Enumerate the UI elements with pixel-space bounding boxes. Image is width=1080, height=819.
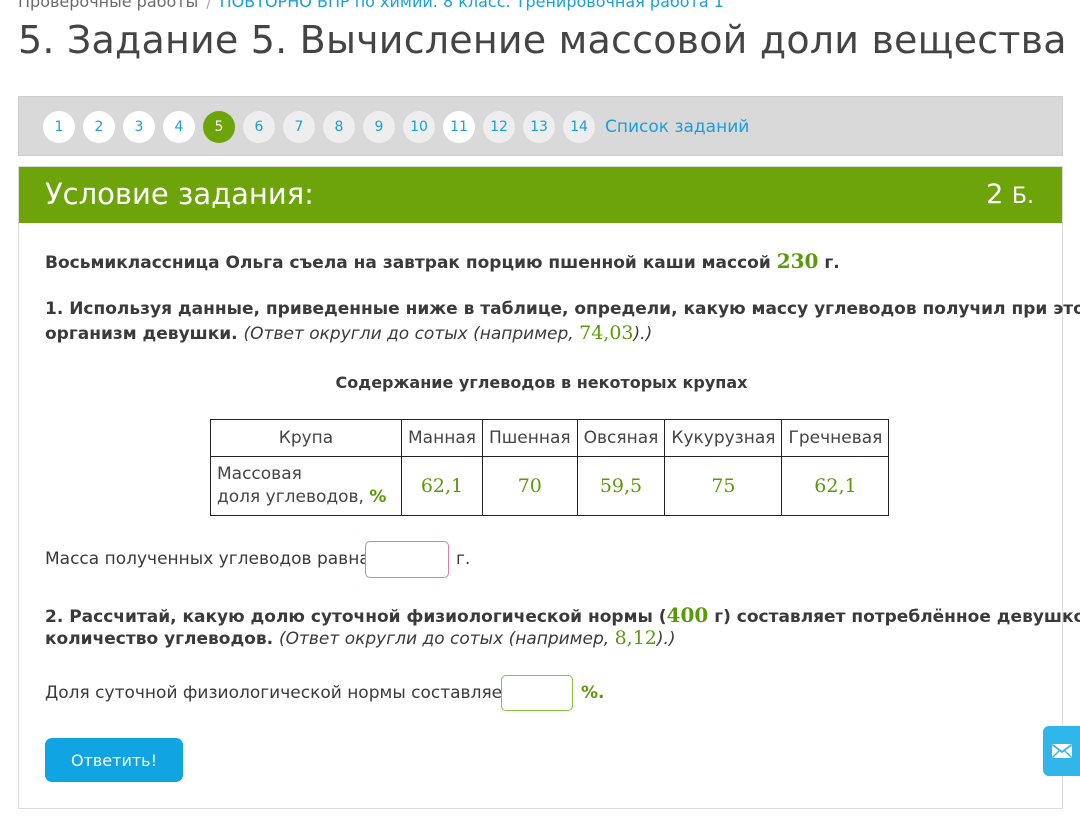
question1-hint-post: ).) <box>633 324 653 344</box>
table-header-cell: Манная <box>401 419 483 457</box>
question1-line2-text: организм девушки. <box>45 324 238 344</box>
panel-header: Условие задания: 2 Б. <box>19 167 1062 223</box>
table-caption: Содержание углеводов в некоторых крупах <box>335 373 748 392</box>
intro-mass-unit: г. <box>824 253 840 273</box>
intro-mass-value: 230 <box>776 249 819 273</box>
task-list-link[interactable]: Список заданий <box>605 117 749 137</box>
question1-line2: организм девушки. (Ответ округли до соты… <box>45 322 652 344</box>
table-cell-value: 62,1 <box>781 456 890 516</box>
table-cell-value: 70 <box>481 456 578 516</box>
task-number-button-4[interactable]: 4 <box>163 111 195 143</box>
row-label-line2: доля углеводов, <box>217 487 364 507</box>
answer2-label: Доля суточной физиологической нормы сост… <box>45 683 513 703</box>
task-number-button-10[interactable]: 10 <box>403 111 435 143</box>
row-label-unit: % <box>369 487 387 507</box>
table-cell-value: 75 <box>664 456 783 516</box>
points-value: 2 <box>986 179 1004 210</box>
table-header-cell: Кукурузная <box>664 419 783 457</box>
breadcrumb-current-link[interactable]: ПОВТОРНО ВПР по химии. 8 класс. Трениров… <box>220 0 724 11</box>
question1-hint-example: 74,03 <box>579 322 634 344</box>
task-number-button-11[interactable]: 11 <box>443 111 475 143</box>
carbohydrate-table: Крупа Манная Пшенная Овсяная Кукурузная … <box>210 419 890 516</box>
submit-button[interactable]: Ответить! <box>45 738 183 782</box>
task-number-button-3[interactable]: 3 <box>123 111 155 143</box>
task-number-button-14[interactable]: 14 <box>563 111 595 143</box>
table-header-cell: Пшенная <box>481 419 578 457</box>
breadcrumb: Проверочные работы / ПОВТОРНО ВПР по химии… <box>18 0 724 11</box>
envelope-icon <box>1051 744 1072 758</box>
question2-norm-value: 400 <box>666 603 709 627</box>
table-row: Массовая доля углеводов, % 62,1 70 59,5 7… <box>210 456 890 516</box>
task-number-button-5[interactable]: 5 <box>203 111 235 143</box>
question1-hint-pre: (Ответ округли до сотых (например, <box>243 324 574 344</box>
question2-line2-text: количество углеводов. <box>45 629 274 649</box>
question2-line2: количество углеводов. (Ответ округли до … <box>45 627 676 649</box>
table-header-label: Крупа <box>210 419 402 457</box>
task-number-button-7[interactable]: 7 <box>283 111 315 143</box>
task-number-button-9[interactable]: 9 <box>363 111 395 143</box>
points-badge: 2 Б. <box>986 179 1034 210</box>
answer1-label: Масса полученных углеводов равна <box>45 549 370 569</box>
question2-hint-pre: (Ответ округли до сотых (например, <box>279 629 610 649</box>
task-number-button-2[interactable]: 2 <box>83 111 115 143</box>
question2-post: г) составляет потреблённое девушкой <box>714 607 1080 627</box>
task-number-button-12[interactable]: 12 <box>483 111 515 143</box>
page-title: 5. Задание 5. Вычисление массовой доли в… <box>18 18 1067 62</box>
task-panel: Условие задания: 2 Б. Восьмиклассница Ол… <box>18 166 1080 809</box>
question2-hint-example: 8,12 <box>614 627 657 649</box>
table-header-row: Крупа Манная Пшенная Овсяная Кукурузная … <box>210 419 890 457</box>
panel-title: Условие задания: <box>45 177 314 211</box>
question2-hint-post: ).) <box>656 629 676 649</box>
question2-hint: (Ответ округли до сотых (например, 8,12)… <box>279 627 676 649</box>
task-number-button-6[interactable]: 6 <box>243 111 275 143</box>
answer2-input[interactable] <box>501 675 573 711</box>
points-unit: Б. <box>1011 184 1034 209</box>
question1-line1: 1. Используя данные, приведенные ниже в … <box>45 299 1080 319</box>
intro-text: Восьмиклассница Ольга съела на завтрак п… <box>45 249 840 273</box>
table-header-cell: Гречневая <box>781 419 890 457</box>
task-number-button-13[interactable]: 13 <box>523 111 555 143</box>
feedback-button[interactable] <box>1043 726 1080 776</box>
table-row-label: Массовая доля углеводов, % <box>210 456 402 516</box>
intro-sentence: Восьмиклассница Ольга съела на завтрак п… <box>45 253 771 273</box>
breadcrumb-separator: / <box>206 0 212 11</box>
task-number-button-1[interactable]: 1 <box>43 111 75 143</box>
table-cell-value: 59,5 <box>576 456 666 516</box>
question1-hint: (Ответ округли до сотых (например, 74,03… <box>243 322 653 344</box>
task-navigation: 1 2 3 4 5 6 7 8 9 10 11 12 13 14 Список заданий <box>18 96 1063 156</box>
question2-pre: 2. Рассчитай, какую долю суточной физиол… <box>45 607 667 627</box>
table-cell-value: 62,1 <box>401 456 483 516</box>
breadcrumb-root-link[interactable]: Проверочные работы <box>18 0 198 11</box>
row-label-line1: Массовая <box>217 464 302 484</box>
question2-line1: 2. Рассчитай, какую долю суточной физиол… <box>45 603 1080 627</box>
answer2-unit: %. <box>581 683 605 703</box>
task-number-button-8[interactable]: 8 <box>323 111 355 143</box>
task-number-list: 1 2 3 4 5 6 7 8 9 10 11 12 13 14 Список заданий <box>43 111 749 143</box>
answer1-input[interactable] <box>365 541 449 578</box>
answer1-unit: г. <box>456 549 471 569</box>
table-header-cell: Овсяная <box>576 419 666 457</box>
